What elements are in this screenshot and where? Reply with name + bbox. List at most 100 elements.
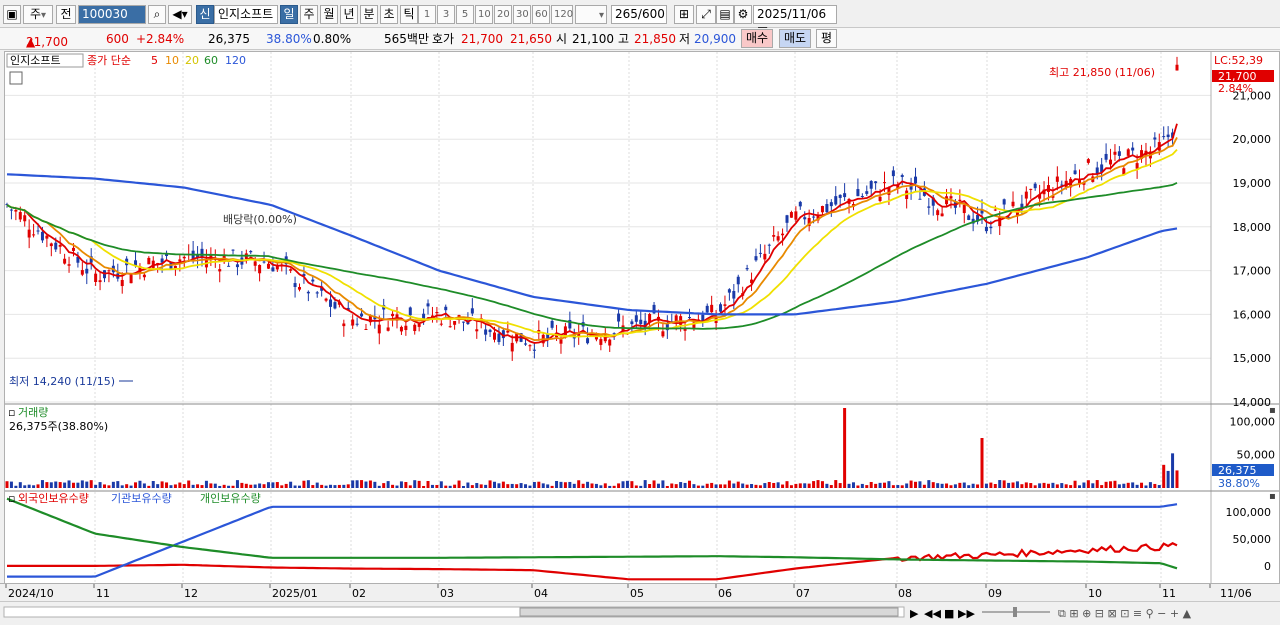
volume-bar <box>1020 484 1024 488</box>
tab-second[interactable]: 초 <box>380 5 398 24</box>
interval-60[interactable]: 60 <box>532 5 550 24</box>
search-icon[interactable]: ⌕ <box>148 5 166 24</box>
tab-day[interactable]: 일 <box>280 5 298 24</box>
tab-minute[interactable]: 분 <box>360 5 378 24</box>
candle-body <box>1113 151 1117 155</box>
interval-3[interactable]: 3 <box>437 5 455 24</box>
y-tick-label: 18,000 <box>1233 221 1272 234</box>
candle-body <box>231 249 235 251</box>
candle-body <box>18 212 22 220</box>
grid-toggle-icon[interactable] <box>9 71 23 85</box>
stock-code-input[interactable]: 100030 <box>78 5 146 24</box>
candle-body <box>71 247 75 251</box>
volume-bar <box>572 483 576 488</box>
volume-tag-ratio: 38.80% <box>1218 477 1260 490</box>
period-select[interactable]: 주▾ <box>23 5 53 24</box>
tab-year[interactable]: 년 <box>340 5 358 24</box>
volume-bar <box>430 484 434 488</box>
turnover: 0.80% <box>313 32 352 46</box>
sound-icon[interactable]: ◀▾ <box>168 5 192 24</box>
chart-type-icon[interactable]: ⤢ <box>696 5 716 24</box>
tool-icons[interactable]: ⧉ ⊞ ⊕ ⊟ ⊠ ⊡ ≡ ⚲ − + ▲ <box>1058 607 1192 620</box>
candle-body <box>989 226 993 229</box>
ma-legend-10: 10 <box>165 54 179 67</box>
volume-bar <box>532 481 536 488</box>
candle-body <box>962 204 966 214</box>
volume-panel-close-icon[interactable]: ▪ <box>1269 405 1276 416</box>
volume-bar <box>758 485 762 488</box>
date-input[interactable]: 2025/11/06 ▦ <box>753 5 837 38</box>
interval-5[interactable]: 5 <box>456 5 474 24</box>
candle-body <box>710 304 714 313</box>
chart-area[interactable]: 21,000 20,000 19,000 18,000 17,000 16,000 15,0… <box>4 51 1280 601</box>
date-value: 2025/11/06 <box>757 7 827 21</box>
volume-bar <box>337 484 341 488</box>
volume-bar <box>581 483 585 488</box>
volume: 26,375 <box>208 32 250 46</box>
interval-120[interactable]: 120 <box>551 5 573 24</box>
volume-bar <box>18 482 22 488</box>
stop-icon[interactable]: ■ <box>944 607 954 620</box>
tab-week[interactable]: 주 <box>300 5 318 24</box>
volume-bar <box>80 480 84 488</box>
play-icon[interactable]: ▶ <box>910 607 919 620</box>
candle-body <box>147 257 151 265</box>
ma-legend-prefix: 종가 단순 <box>87 54 131 67</box>
volume-bar <box>834 480 838 488</box>
tab-tick[interactable]: 틱 <box>400 5 418 24</box>
candle-body <box>608 339 612 346</box>
volume-bar <box>546 484 550 488</box>
volume-bar <box>479 484 483 488</box>
volume-bar <box>134 482 138 488</box>
interval-dropdown[interactable]: ▾ <box>575 5 607 24</box>
speed-slider-handle[interactable] <box>1013 607 1017 617</box>
volume-bar <box>869 481 873 488</box>
interval-30[interactable]: 30 <box>513 5 531 24</box>
volume-bar <box>510 483 514 488</box>
low-label: 저 <box>679 32 691 46</box>
volume-bar <box>262 484 266 488</box>
candle-body <box>661 331 665 337</box>
rewind-icon[interactable]: ◀◀ <box>924 607 941 620</box>
fast-forward-icon[interactable]: ▶▶ <box>958 607 975 620</box>
volume-bar <box>54 481 58 488</box>
interval-10[interactable]: 10 <box>475 5 493 24</box>
volume-bar <box>1171 453 1175 488</box>
volume-ratio: 38.80% <box>266 32 312 46</box>
candle-body <box>200 248 204 258</box>
volume-bar <box>550 485 554 488</box>
interval-20[interactable]: 20 <box>494 5 512 24</box>
volume-bar <box>461 485 465 488</box>
volume-bar <box>1166 470 1170 488</box>
candle-body <box>927 206 931 208</box>
volume-bar <box>785 481 789 488</box>
gear-icon[interactable]: ⚙ <box>734 5 752 24</box>
tool-icon[interactable]: ⊞ <box>674 5 694 24</box>
y-tick-label: 15,000 <box>1233 352 1272 365</box>
volume-bar <box>235 480 239 488</box>
volume-bar <box>506 484 510 488</box>
candle-body <box>559 339 563 344</box>
prev-button[interactable]: 전 <box>56 5 76 24</box>
credit-badge: 신 <box>196 5 214 24</box>
avg-button[interactable]: 평 <box>816 29 838 48</box>
volume-bar <box>475 483 479 488</box>
candle-body <box>67 264 71 266</box>
sell-button[interactable]: 매도 <box>779 29 812 48</box>
save-icon[interactable]: ▤ <box>716 5 734 24</box>
volume-bar <box>1135 484 1139 488</box>
scrollbar-thumb[interactable] <box>519 607 899 617</box>
count-input[interactable]: 265/600 <box>611 5 667 24</box>
candle-body <box>900 175 904 177</box>
candle-body <box>798 201 802 207</box>
volume-bar <box>76 482 80 488</box>
volume-bar <box>289 481 293 488</box>
window-icon[interactable]: ▣ <box>3 5 21 24</box>
buy-button[interactable]: 매수 <box>741 29 774 48</box>
y-ticks: 21,00020,00019,00018,00017,00016,00015,0… <box>1226 89 1276 572</box>
tab-month[interactable]: 월 <box>320 5 338 24</box>
interval-1[interactable]: 1 <box>418 5 436 24</box>
holder-panel-close-icon[interactable]: ▪ <box>1269 491 1276 502</box>
toolbar: ▣ 주▾ 전 100030 ⌕ ◀▾ 신 인지소프트 일 주 월 년 분 초 틱… <box>0 0 1280 38</box>
volume-bar <box>630 481 634 488</box>
